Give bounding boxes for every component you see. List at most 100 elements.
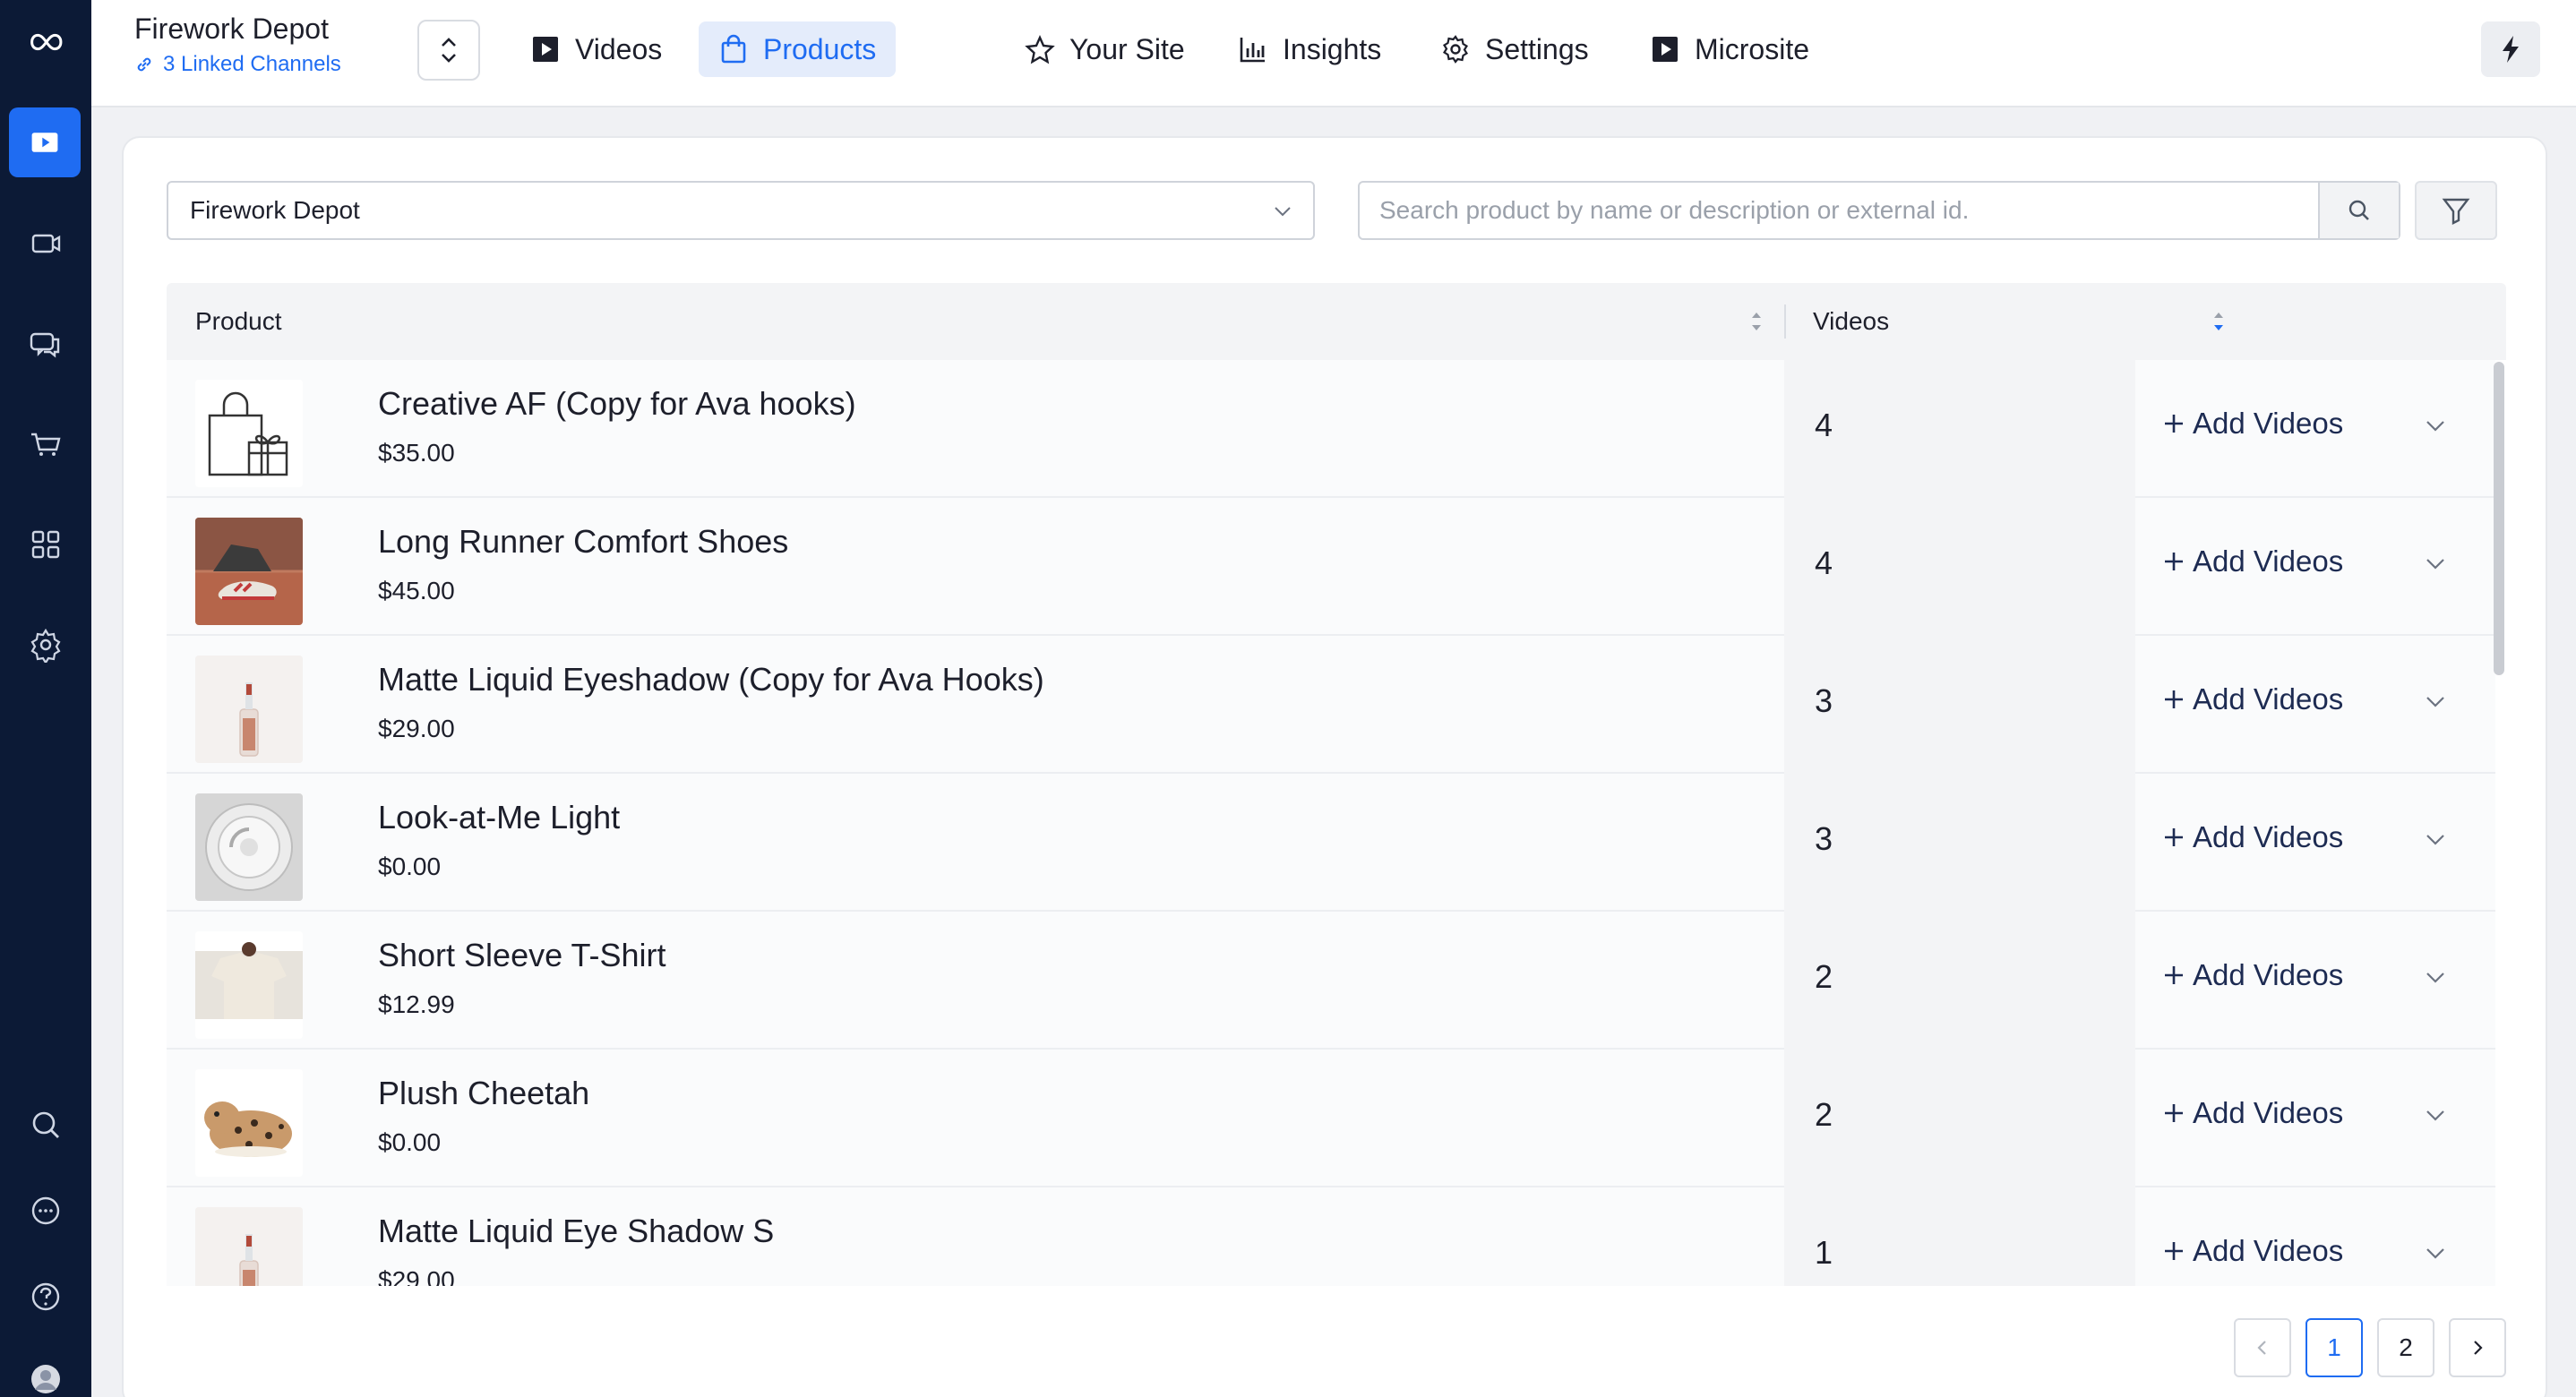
product-thumbnail[interactable] [195,793,303,901]
table-row[interactable]: Long Runner Comfort Shoes $45.00 4 Add V… [167,498,2495,636]
table-row[interactable]: Creative AF (Copy for Ava hooks) $35.00 … [167,360,2495,498]
eyeshadow-photo [195,1207,303,1286]
search-button[interactable] [2318,183,2399,238]
rail-videos-button[interactable] [9,107,81,177]
video-count: 3 [1815,820,1833,857]
play-square-icon [1653,37,1678,62]
tab-products[interactable]: Products [699,21,897,77]
chevron-down-icon[interactable] [2422,1239,2449,1266]
video-count: 4 [1815,544,1833,581]
chevron-down-icon [1275,207,1291,217]
add-videos-button[interactable]: Add Videos [2162,407,2343,441]
message-icon[interactable] [0,1175,91,1247]
avatar-icon[interactable] [0,1343,91,1397]
tab-your-site-label: Your Site [1069,32,1185,65]
product-list: Creative AF (Copy for Ava hooks) $35.00 … [167,360,2495,1286]
add-videos-label: Add Videos [2193,682,2344,716]
filter-button[interactable] [2415,181,2497,240]
chevron-down-icon[interactable] [2422,550,2449,577]
product-thumbnail[interactable] [195,1069,303,1177]
chevron-left-icon [2257,1341,2266,1355]
add-videos-label: Add Videos [2193,820,2344,853]
logo-infinity-icon[interactable] [0,7,91,79]
table-row[interactable]: Look-at-Me Light $0.00 3 Add Videos [167,774,2495,912]
play-square-icon [533,37,558,62]
chevron-up-down-icon [442,38,456,63]
product-price: $12.99 [378,990,455,1018]
product-search [1358,181,2400,240]
column-header-product[interactable]: Product [195,283,282,360]
page-button-1[interactable]: 1 [2306,1318,2363,1377]
cheetah-photo [204,1101,292,1157]
quick-actions-button[interactable] [2481,21,2540,77]
chat-bubbles-icon[interactable] [0,308,91,380]
plus-icon [2165,690,2183,708]
grid-icon[interactable] [0,509,91,580]
product-price: $0.00 [378,1128,442,1156]
link-icon [137,57,151,72]
product-thumbnail[interactable] [195,518,303,625]
add-videos-button[interactable]: Add Videos [2162,820,2343,854]
chevron-down-icon[interactable] [2422,412,2449,439]
camera-icon[interactable] [0,208,91,279]
add-videos-button[interactable]: Add Videos [2162,958,2343,992]
shopping-bag-icon [721,34,746,64]
shoes-photo [195,518,303,625]
add-videos-label: Add Videos [2193,407,2344,440]
eyeshadow-photo [195,656,303,763]
search-icon[interactable] [0,1089,91,1161]
video-count: 4 [1815,407,1833,443]
product-thumbnail[interactable] [195,1207,303,1286]
add-videos-label: Add Videos [2193,1096,2344,1129]
videos-cell [1784,636,2135,774]
tab-insights-label: Insights [1283,32,1382,65]
search-input[interactable] [1360,196,2295,225]
product-name: Short Sleeve T-Shirt [378,937,666,973]
gear-icon [1442,35,1469,64]
add-videos-label: Add Videos [2193,544,2344,578]
table-row[interactable]: Plush Cheetah $0.00 2 Add Videos [167,1050,2495,1187]
product-name: Plush Cheetah [378,1075,590,1111]
add-videos-button[interactable]: Add Videos [2162,1096,2343,1130]
help-icon[interactable] [0,1261,91,1333]
chevron-down-icon[interactable] [2422,826,2449,853]
next-page-button[interactable] [2449,1318,2506,1377]
tab-settings[interactable]: Settings [1421,21,1609,77]
tab-insights[interactable]: Insights [1218,21,1401,77]
tab-microsite[interactable]: Microsite [1630,21,1829,77]
table-row[interactable]: Matte Liquid Eye Shadow S $29.00 1 Add V… [167,1187,2495,1286]
product-name: Matte Liquid Eyeshadow (Copy for Ava Hoo… [378,661,1044,698]
table-row[interactable]: Matte Liquid Eyeshadow (Copy for Ava Hoo… [167,636,2495,774]
sort-icon[interactable] [1748,306,1765,337]
prev-page-button[interactable] [2234,1318,2291,1377]
chevron-down-icon[interactable] [2422,1101,2449,1128]
bar-chart-icon [1240,38,1265,63]
videos-cell [1784,912,2135,1050]
filter-funnel-icon [2442,198,2470,225]
add-videos-button[interactable]: Add Videos [2162,544,2343,579]
product-thumbnail[interactable] [195,656,303,763]
videos-cell [1784,1050,2135,1187]
store-select[interactable]: Firework Depot [167,181,1315,240]
scrollbar-thumb[interactable] [2494,362,2504,675]
cart-icon[interactable] [0,408,91,480]
column-header-videos[interactable]: Videos [1813,283,1889,360]
top-header: Firework Depot 3 Linked Channels Videos … [91,0,2576,107]
gear-icon[interactable] [0,609,91,681]
chevron-down-icon[interactable] [2422,688,2449,715]
tab-videos[interactable]: Videos [511,21,682,77]
tab-your-site[interactable]: Your Site [1005,21,1205,77]
linked-channels-link[interactable]: 3 Linked Channels [134,52,341,77]
product-name: Long Runner Comfort Shoes [378,523,789,560]
add-videos-button[interactable]: Add Videos [2162,682,2343,716]
tab-products-label: Products [763,32,877,65]
sort-desc-icon[interactable] [2211,306,2227,337]
table-row[interactable]: Short Sleeve T-Shirt $12.99 2 Add Videos [167,912,2495,1050]
products-card: Firework Depot Product Videos Creative A… [122,136,2547,1397]
page-button-2[interactable]: 2 [2377,1318,2434,1377]
add-videos-button[interactable]: Add Videos [2162,1234,2343,1268]
chevron-down-icon[interactable] [2422,964,2449,990]
product-thumbnail[interactable] [195,380,303,487]
account-switcher-button[interactable] [417,20,480,81]
product-thumbnail[interactable] [195,931,303,1039]
